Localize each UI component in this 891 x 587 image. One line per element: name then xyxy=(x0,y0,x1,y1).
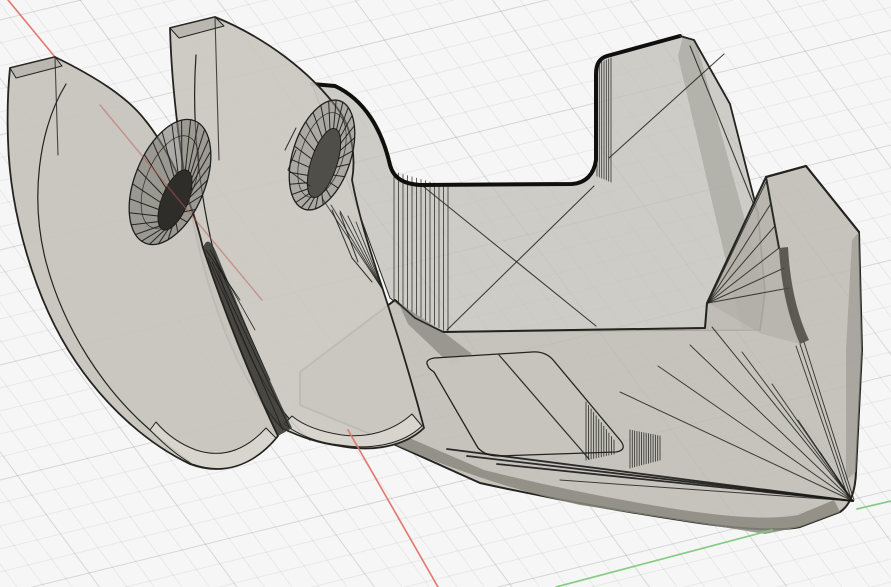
cad-viewport-window xyxy=(0,0,891,587)
3d-viewport[interactable] xyxy=(0,0,891,587)
